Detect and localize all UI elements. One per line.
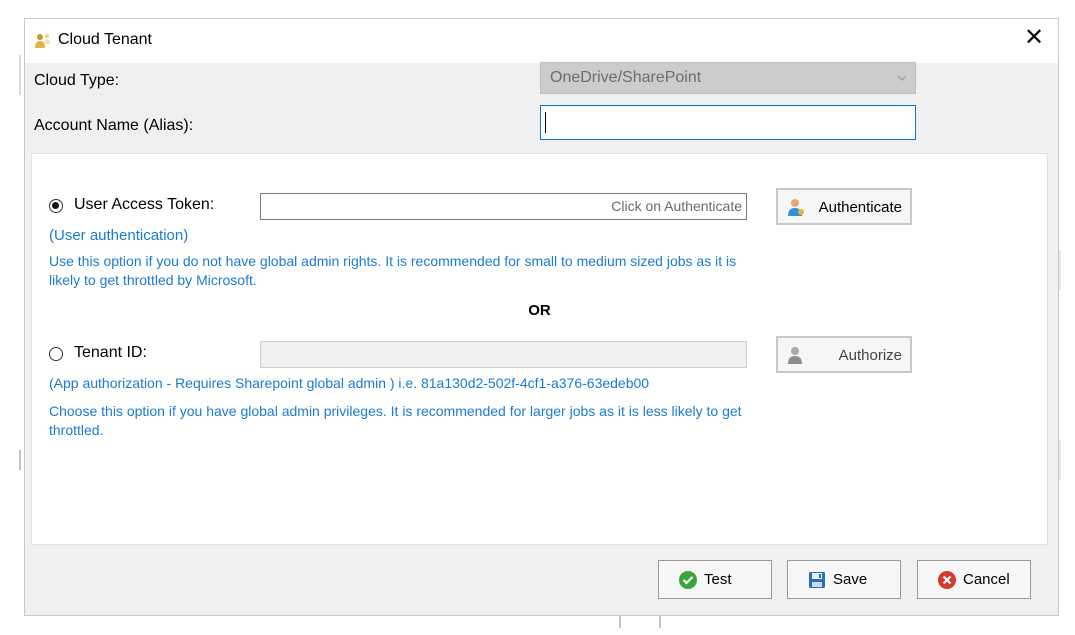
tenant-description-line2: throttled.: [49, 422, 104, 438]
save-label: Save: [833, 571, 868, 588]
authenticate-label: Authenticate: [818, 199, 902, 216]
or-separator: OR: [528, 302, 551, 319]
authorize-label: Authorize: [838, 347, 902, 364]
tenant-id-radio[interactable]: [49, 347, 63, 361]
account-name-input[interactable]: [540, 105, 916, 140]
user-token-input[interactable]: Click on Authenticate: [260, 193, 747, 220]
check-circle-icon: [679, 571, 697, 589]
tenant-auth-sublabel: (App authorization - Requires Sharepoint…: [49, 375, 650, 391]
save-icon: [809, 572, 825, 588]
user-icon: [788, 347, 802, 364]
tenant-id-label: Tenant ID:: [74, 344, 147, 361]
tenant-description-line1: Choose this option if you have global ad…: [49, 403, 742, 419]
x-circle-icon: [938, 571, 956, 589]
user-auth-sublabel: (User authentication): [49, 227, 189, 244]
cloud-tenant-dialog: Cloud Tenant ✕ Cloud Type: OneDrive/Shar…: [24, 18, 1059, 616]
authenticate-button[interactable]: Authenticate: [776, 188, 912, 225]
save-button[interactable]: Save: [787, 560, 901, 599]
user-token-description-line1: Use this option if you do not have globa…: [49, 253, 737, 269]
chevron-down-icon: [897, 75, 907, 81]
text-caret: [545, 112, 546, 133]
auth-options-panel: User Access Token: Click on Authenticate…: [31, 153, 1048, 545]
account-name-label: Account Name (Alias):: [34, 117, 194, 134]
close-icon: ✕: [1023, 24, 1045, 51]
tenant-id-input[interactable]: [260, 341, 747, 368]
user-token-label: User Access Token:: [74, 196, 215, 213]
close-button[interactable]: ✕: [1010, 19, 1058, 57]
test-button[interactable]: Test: [658, 560, 772, 599]
title-bar: Cloud Tenant ✕: [25, 19, 1058, 63]
user-icon: [788, 199, 804, 216]
authorize-button[interactable]: Authorize: [776, 336, 912, 373]
users-icon: [35, 34, 50, 48]
dialog-title: Cloud Tenant: [58, 31, 152, 48]
cloud-type-select[interactable]: OneDrive/SharePoint: [540, 62, 916, 94]
cancel-button[interactable]: Cancel: [917, 560, 1031, 599]
cancel-label: Cancel: [963, 571, 1010, 588]
user-token-description-line2: likely to get throttled by Microsoft.: [49, 272, 257, 288]
test-label: Test: [704, 571, 732, 588]
user-token-radio[interactable]: [49, 199, 63, 213]
cloud-type-value: OneDrive/SharePoint: [550, 69, 702, 86]
cloud-type-label: Cloud Type:: [34, 72, 120, 89]
user-token-placeholder: Click on Authenticate: [611, 198, 742, 214]
